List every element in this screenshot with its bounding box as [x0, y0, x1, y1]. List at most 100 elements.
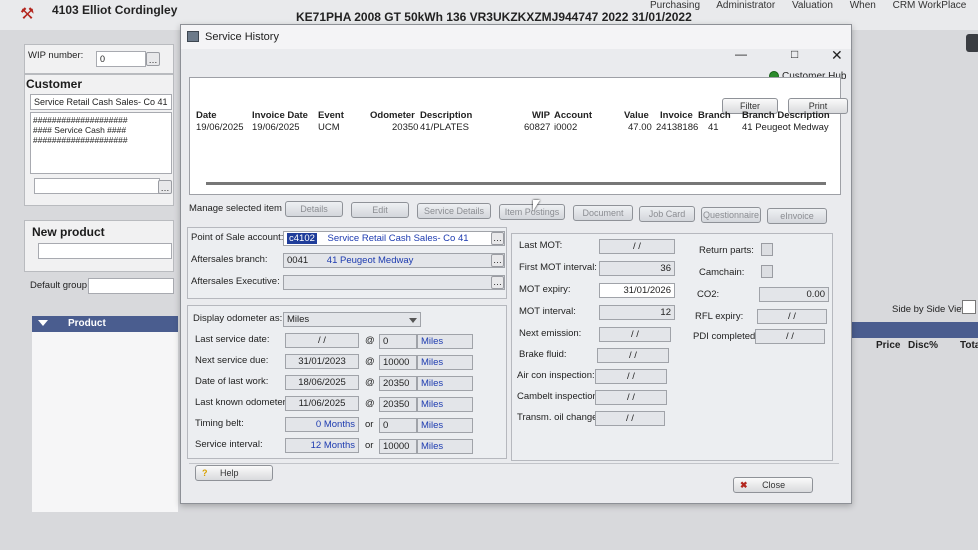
service-date[interactable]: / /: [285, 333, 359, 348]
rfl-expiry-label: RFL expiry:: [695, 311, 744, 322]
customer-name-field[interactable]: Service Retail Cash Sales- Co 41: [30, 94, 172, 110]
einvoice-button[interactable]: eInvoice: [767, 208, 827, 224]
service-number[interactable]: 0: [379, 334, 417, 349]
help-button[interactable]: ? Help: [195, 465, 273, 481]
details-button[interactable]: Details: [285, 201, 343, 217]
service-number[interactable]: 10000: [379, 355, 417, 370]
cell-event: UCM: [318, 122, 340, 133]
service-unit[interactable]: Miles: [417, 376, 473, 391]
service-number[interactable]: 0: [379, 418, 417, 433]
maximize-icon[interactable]: □: [791, 47, 798, 61]
service-sep: or: [365, 419, 374, 430]
questionnaire-button[interactable]: Questionnaire: [701, 207, 761, 223]
item-postings-button[interactable]: Item Postings: [499, 204, 565, 220]
service-date[interactable]: 12 Months: [285, 438, 359, 453]
mot-value[interactable]: 12: [599, 305, 675, 320]
col-invoice-date[interactable]: Invoice Date: [252, 110, 308, 121]
product-column-header[interactable]: Product: [68, 318, 106, 329]
col-branch-description[interactable]: Branch Description: [742, 110, 830, 121]
service-unit[interactable]: Miles: [417, 355, 473, 370]
col-event[interactable]: Event: [318, 110, 344, 121]
mot-label: Last MOT:: [519, 240, 563, 251]
col-account[interactable]: Account: [554, 110, 592, 121]
address-line: ####################: [33, 135, 128, 145]
wip-label: WIP number:: [28, 50, 84, 61]
display-odometer-select[interactable]: Miles: [283, 312, 421, 327]
return-parts-label: Return parts:: [699, 245, 754, 256]
mot-value[interactable]: / /: [595, 369, 667, 384]
menu-item[interactable]: Administrator: [716, 0, 775, 11]
return-parts-checkbox[interactable]: [761, 243, 773, 256]
toolbar-icon[interactable]: [966, 34, 978, 52]
wip-lookup-button[interactable]: …: [146, 52, 160, 66]
col-price[interactable]: Price: [876, 340, 900, 351]
mot-label: Next emission:: [519, 328, 582, 339]
pdi-completed-field[interactable]: / /: [755, 329, 825, 344]
minimize-icon[interactable]: —: [735, 47, 747, 61]
camchain-checkbox[interactable]: [761, 265, 773, 278]
top-menu: Purchasing Administrator Valuation When …: [650, 0, 978, 14]
service-date[interactable]: 31/01/2023: [285, 354, 359, 369]
col-invoice[interactable]: Invoice: [660, 110, 693, 121]
service-unit[interactable]: Miles: [417, 334, 473, 349]
side-by-side-checkbox[interactable]: [962, 300, 976, 314]
close-icon[interactable]: ✕: [831, 47, 843, 64]
service-unit[interactable]: Miles: [417, 439, 473, 454]
mot-value[interactable]: 31/01/2026: [599, 283, 675, 298]
wip-input[interactable]: 0: [96, 51, 146, 67]
mot-value[interactable]: / /: [595, 411, 665, 426]
chevron-down-icon[interactable]: [409, 318, 417, 323]
job-card-button[interactable]: Job Card: [639, 206, 695, 222]
col-branch[interactable]: Branch: [698, 110, 731, 121]
side-by-side-label: Side by Side View: [892, 304, 969, 315]
default-group-input[interactable]: [88, 278, 174, 294]
service-number[interactable]: 20350: [379, 397, 417, 412]
customer-extra-field[interactable]: [34, 178, 160, 194]
col-wip[interactable]: WIP: [532, 110, 550, 121]
history-list[interactable]: Filter Print Date Invoice Date Event Odo…: [189, 77, 848, 195]
user-name: 4103 Elliot Cordingley: [52, 3, 178, 17]
window-title: Service History: [205, 31, 279, 43]
mot-value[interactable]: / /: [595, 390, 667, 405]
menu-item[interactable]: When: [850, 0, 876, 11]
horizontal-scrollbar[interactable]: [206, 182, 826, 185]
service-unit[interactable]: Miles: [417, 418, 473, 433]
mot-value[interactable]: / /: [599, 239, 675, 254]
table-row[interactable]: 19/06/2025 19/06/2025 UCM 20350 41/PLATE…: [194, 122, 838, 134]
pos-name: Service Retail Cash Sales- Co 41: [327, 233, 469, 244]
pos-lookup-button[interactable]: …: [491, 232, 504, 245]
service-unit[interactable]: Miles: [417, 397, 473, 412]
document-button[interactable]: Document: [573, 205, 633, 221]
service-number[interactable]: 20350: [379, 376, 417, 391]
col-description[interactable]: Description: [420, 110, 472, 121]
col-odometer[interactable]: Odometer: [370, 110, 415, 121]
mot-value[interactable]: 36: [599, 261, 675, 276]
mot-label: Cambelt inspection:: [517, 391, 601, 402]
service-date[interactable]: 0 Months: [285, 417, 359, 432]
pos-account-field[interactable]: c4102 Service Retail Cash Sales- Co 41: [283, 231, 505, 246]
service-details-button[interactable]: Service Details: [417, 203, 491, 219]
rfl-expiry-field[interactable]: / /: [757, 309, 827, 324]
service-number[interactable]: 10000: [379, 439, 417, 454]
col-date[interactable]: Date: [196, 110, 217, 121]
cell-branch-description: 41 Peugeot Medway: [742, 122, 829, 133]
menu-item[interactable]: Valuation: [792, 0, 833, 11]
new-product-input[interactable]: [38, 243, 172, 259]
customer-lookup-button[interactable]: …: [158, 180, 172, 194]
mot-value[interactable]: / /: [599, 327, 671, 342]
edit-button[interactable]: Edit: [351, 202, 409, 218]
col-total[interactable]: Tota: [960, 340, 978, 351]
col-value[interactable]: Value: [624, 110, 649, 121]
service-date[interactable]: 18/06/2025: [285, 375, 359, 390]
branch-lookup-button[interactable]: …: [491, 254, 504, 267]
exec-lookup-button[interactable]: …: [491, 276, 504, 289]
co2-field[interactable]: 0.00: [759, 287, 829, 302]
close-button[interactable]: ✖ Close: [733, 477, 813, 493]
menu-item[interactable]: CRM WorkPlace: [893, 0, 967, 11]
service-sep: or: [365, 440, 374, 451]
aftersales-branch-field[interactable]: 0041 41 Peugeot Medway: [283, 253, 505, 268]
service-date[interactable]: 11/06/2025: [285, 396, 359, 411]
col-disc[interactable]: Disc%: [908, 340, 938, 351]
aftersales-exec-field[interactable]: [283, 275, 505, 290]
mot-value[interactable]: / /: [597, 348, 669, 363]
